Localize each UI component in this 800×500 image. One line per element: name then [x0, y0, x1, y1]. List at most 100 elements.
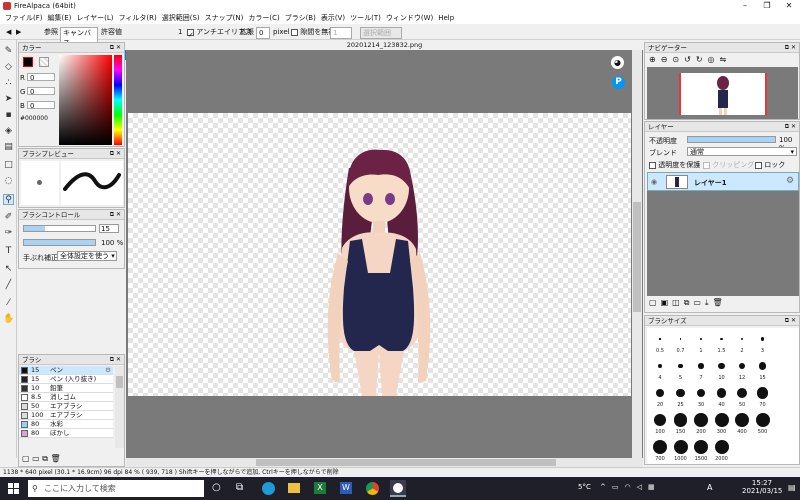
- brush-size-cell[interactable]: 70: [754, 384, 772, 410]
- gear-icon[interactable]: ⚙: [105, 366, 111, 375]
- brush-size-cell[interactable]: 20: [651, 384, 669, 410]
- zoom-in-icon[interactable]: ⊕: [649, 55, 661, 64]
- foreground-color-swatch[interactable]: [23, 57, 33, 67]
- maximize-icon[interactable]: ❐: [756, 0, 778, 12]
- word-icon[interactable]: W: [340, 482, 352, 494]
- brush-size-cell[interactable]: 1000: [672, 438, 690, 464]
- gap-toggle[interactable]: 隙間を無視: [291, 27, 335, 37]
- menu-item[interactable]: スナップ(N): [205, 14, 244, 22]
- menu-item[interactable]: 編集(E): [48, 14, 72, 22]
- brush-size-cell[interactable]: 1.5: [713, 330, 731, 356]
- brush-list-item[interactable]: 100 エアブラシ: [19, 411, 113, 420]
- navigator-thumbnail[interactable]: [647, 67, 798, 119]
- new-folder-icon[interactable]: ▭: [693, 298, 705, 307]
- eraser-tool-icon[interactable]: ◇: [3, 62, 14, 73]
- zoom-out-icon[interactable]: ⊖: [661, 55, 673, 64]
- minimize-icon[interactable]: –: [734, 0, 756, 12]
- menu-item[interactable]: ブラシ(B): [285, 14, 316, 22]
- brush-list-item[interactable]: 80 ぼかし: [19, 429, 113, 438]
- brush-size-cell[interactable]: 1500: [692, 438, 710, 464]
- menu-item[interactable]: ウィンドウ(W): [386, 14, 433, 22]
- magic-wand-tool-icon[interactable]: ⚲: [3, 194, 14, 205]
- bucket-tool-icon[interactable]: ◈: [3, 126, 14, 137]
- clipping-checkbox[interactable]: [703, 161, 710, 169]
- task-view-icon[interactable]: ⧉: [236, 482, 243, 493]
- gap-checkbox[interactable]: [291, 28, 298, 36]
- brush-folder-icon[interactable]: ▭: [32, 454, 40, 463]
- menu-item[interactable]: 選択範囲(S): [162, 14, 200, 22]
- new-brush-icon[interactable]: ▢: [22, 454, 30, 463]
- battery-icon[interactable]: ▭: [612, 483, 625, 491]
- brush-size-cell[interactable]: 25: [672, 384, 690, 410]
- gear-icon[interactable]: ⚙: [786, 176, 794, 186]
- clock[interactable]: 15:27 2021/03/15: [742, 479, 782, 495]
- menu-item[interactable]: ツール(T): [350, 14, 381, 22]
- menu-item[interactable]: Help: [438, 14, 454, 22]
- navigator-viewport[interactable]: [679, 73, 767, 115]
- select-pen-tool-icon[interactable]: ✐: [3, 212, 14, 223]
- menu-item[interactable]: ファイル(F): [5, 14, 43, 22]
- notification-icon[interactable]: ▤: [788, 483, 796, 492]
- brush-size-cell[interactable]: 40: [713, 384, 731, 410]
- panel-close-icon[interactable]: ⧉ ✕: [785, 43, 796, 53]
- zoom-fit-icon[interactable]: ⊙: [672, 55, 684, 64]
- ime-indicator[interactable]: A: [707, 483, 712, 492]
- flip-icon[interactable]: ⇋: [720, 55, 732, 64]
- edge-icon[interactable]: [262, 482, 275, 495]
- lasso-tool-icon[interactable]: ◌: [3, 176, 14, 187]
- new-layer-icon[interactable]: ▢: [649, 298, 661, 307]
- start-icon[interactable]: [8, 483, 19, 494]
- file-explorer-icon[interactable]: [288, 483, 300, 493]
- brush-list-item[interactable]: 80 水彩: [19, 420, 113, 429]
- rotate-right-icon[interactable]: ↻: [696, 55, 708, 64]
- brush-size-cell[interactable]: 2: [733, 330, 751, 356]
- pen-tool-icon[interactable]: ✎: [3, 46, 14, 57]
- brush-size-cell[interactable]: 0.7: [672, 330, 690, 356]
- undo-icon[interactable]: ◀: [6, 27, 11, 37]
- select-tool-icon[interactable]: □: [3, 160, 14, 171]
- brush-size-cell[interactable]: 100: [651, 411, 669, 437]
- fill-selection-button[interactable]: 選択範囲: [360, 27, 402, 39]
- delete-brush-icon[interactable]: 🗑: [50, 454, 60, 463]
- chrome-icon[interactable]: [366, 482, 379, 495]
- close-icon[interactable]: ✕: [778, 0, 800, 12]
- brush-size-cell[interactable]: 1: [692, 330, 710, 356]
- menu-item[interactable]: レイヤー(L): [76, 14, 113, 22]
- duplicate-layer-icon[interactable]: ⧉: [684, 298, 694, 307]
- brush-list-scroll-thumb[interactable]: [116, 376, 123, 388]
- brush-list-item[interactable]: 15 ペン (入り抜き): [19, 375, 113, 384]
- gap-select[interactable]: 1: [330, 27, 352, 39]
- brush-size-cell[interactable]: 0.5: [651, 330, 669, 356]
- brush-size-cell[interactable]: 2000: [713, 438, 731, 464]
- brush-size-cell[interactable]: 4: [651, 357, 669, 383]
- lock-toggle[interactable]: ロック: [755, 160, 785, 170]
- brush-list-item[interactable]: 15 ペン ⚙: [19, 366, 113, 375]
- brush-size-cell[interactable]: 150: [672, 411, 690, 437]
- brush-size-cell[interactable]: 50: [733, 384, 751, 410]
- brush-size-cell[interactable]: 700: [651, 438, 669, 464]
- transform-tool-icon[interactable]: ▪: [3, 110, 14, 121]
- rotate-left-icon[interactable]: ↺: [684, 55, 696, 64]
- menu-item[interactable]: フィルタ(R): [119, 14, 157, 22]
- brush-size-cell[interactable]: 15: [754, 357, 772, 383]
- blend-select[interactable]: 通常 ▾: [687, 147, 797, 156]
- dot-tool-icon[interactable]: ∴: [3, 78, 14, 89]
- saturation-value-picker[interactable]: [59, 55, 112, 145]
- operation-tool-icon[interactable]: ↖: [3, 264, 14, 275]
- taskbar-search-box[interactable]: ⚲ ここに入力して検索: [28, 480, 204, 497]
- select-eraser-tool-icon[interactable]: ✑: [3, 228, 14, 239]
- cortana-icon[interactable]: ○: [212, 482, 221, 493]
- panel-close-icon[interactable]: ⧉ ✕: [110, 43, 121, 53]
- panel-close-icon[interactable]: ⧉ ✕: [110, 149, 121, 159]
- brush-list-item[interactable]: 50 エアブラシ: [19, 402, 113, 411]
- r-input[interactable]: 0: [27, 73, 55, 82]
- hue-slider[interactable]: [114, 55, 122, 145]
- brush-list-item[interactable]: 8.5 消しゴム: [19, 393, 113, 402]
- new-1bit-layer-icon[interactable]: ◫: [672, 298, 684, 307]
- canvas[interactable]: [128, 113, 631, 396]
- divide-tool-icon[interactable]: ╱: [3, 280, 14, 291]
- text-tool-icon[interactable]: T: [3, 246, 14, 257]
- panel-close-icon[interactable]: ⧉ ✕: [110, 210, 121, 220]
- brush-size-input[interactable]: 15: [99, 224, 119, 233]
- brush-size-cell[interactable]: 7: [692, 357, 710, 383]
